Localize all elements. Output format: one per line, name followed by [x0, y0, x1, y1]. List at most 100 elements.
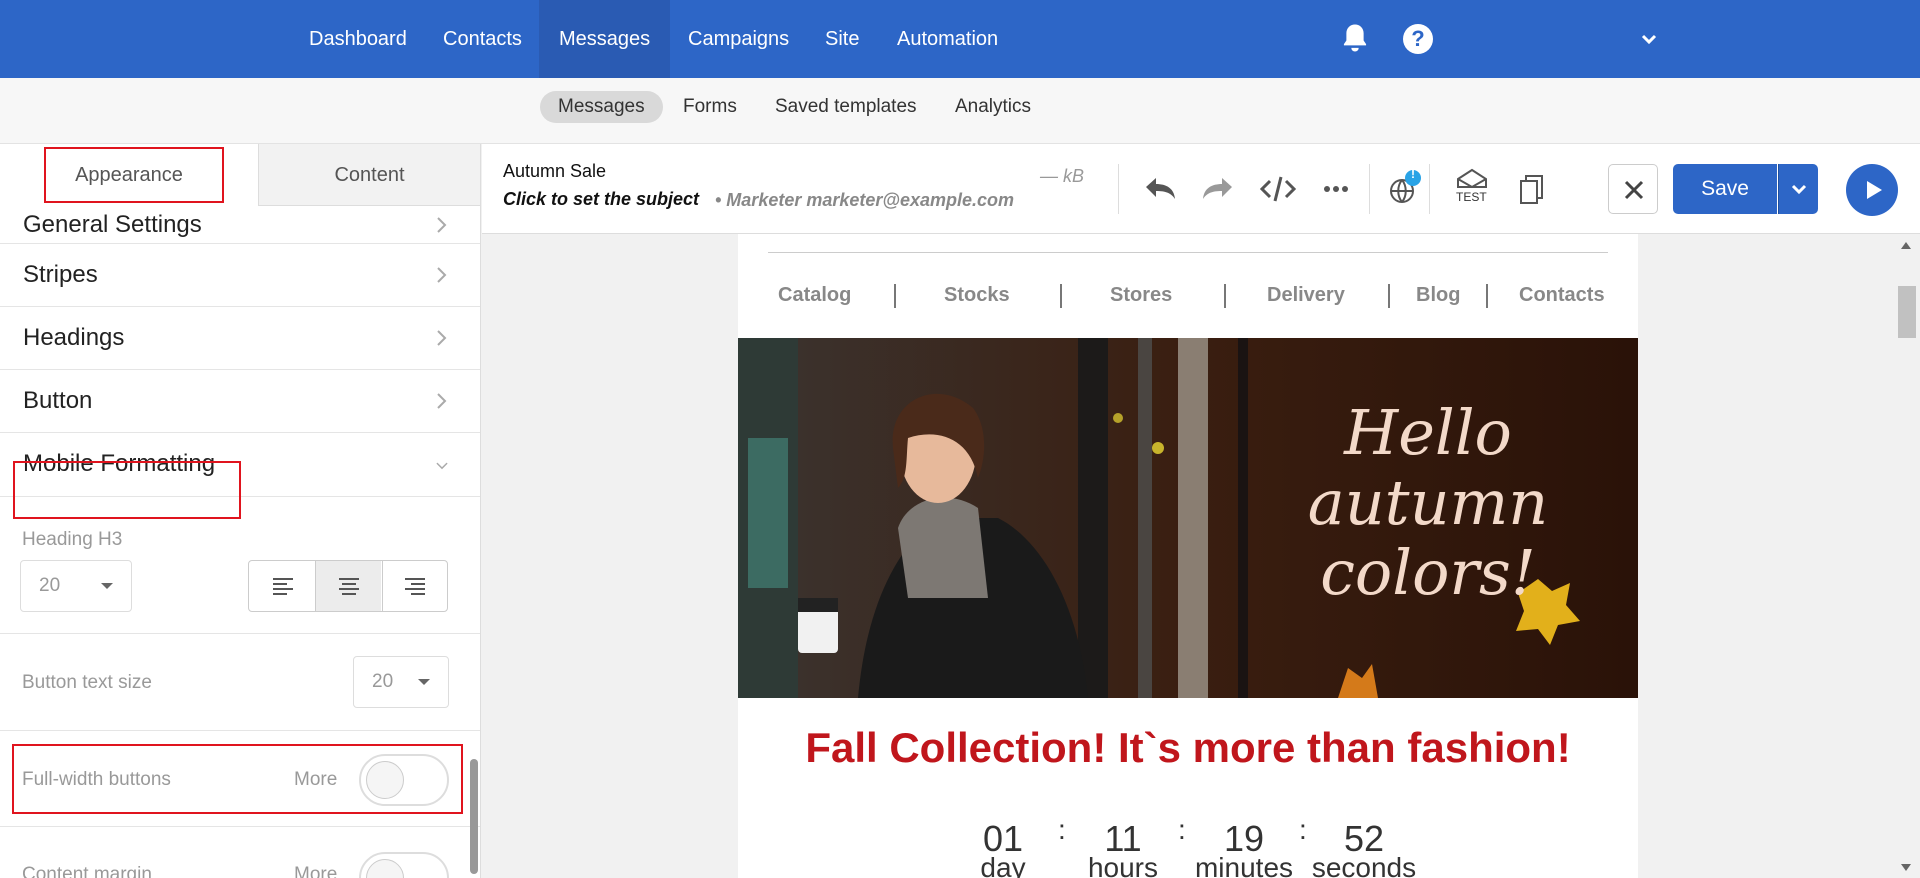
align-left-button[interactable] [249, 561, 315, 611]
nav-dashboard[interactable]: Dashboard [289, 0, 427, 78]
heading-h3-size-value: 20 [39, 575, 61, 596]
subnav-saved-templates[interactable]: Saved templates [757, 91, 935, 123]
menu-separator [894, 284, 896, 308]
sender-info[interactable]: • Marketer marketer@example.com [715, 190, 1014, 211]
hero-image[interactable]: Hello autumn colors! [738, 338, 1638, 698]
code-icon[interactable] [1258, 169, 1298, 209]
settings-panel: Appearance Content General Settings Stri… [0, 144, 481, 878]
countdown-colon: : [1178, 814, 1186, 845]
email-menu-blog[interactable]: Blog [1416, 284, 1460, 307]
highlight-mobile-formatting [13, 461, 241, 519]
nav-contacts[interactable]: Contacts [423, 0, 542, 78]
nav-site[interactable]: Site [805, 0, 879, 78]
chevron-right-icon [437, 330, 447, 346]
align-left-icon [273, 578, 293, 595]
chevron-right-icon [437, 393, 447, 409]
nav-messages[interactable]: Messages [539, 0, 671, 78]
countdown-colon: : [1299, 814, 1307, 845]
divider [0, 633, 480, 634]
top-navigation: Dashboard Contacts Messages Campaigns Si… [0, 0, 1920, 78]
globe-icon[interactable] [1384, 169, 1424, 209]
canvas-scrollbar-thumb[interactable] [1898, 286, 1916, 338]
button-text-size-label: Button text size [22, 672, 152, 693]
save-options-button[interactable] [1778, 164, 1818, 214]
countdown-label-seconds: seconds [1311, 852, 1417, 878]
panel-scrollbar[interactable] [470, 759, 478, 874]
scroll-down-icon[interactable] [1901, 864, 1911, 871]
toolbar-divider [1369, 164, 1370, 214]
copy-icon[interactable] [1512, 169, 1552, 209]
section-general-settings[interactable]: General Settings [0, 206, 480, 244]
caret-down-icon [418, 679, 430, 685]
hero-text: Hello autumn colors! [1278, 398, 1578, 608]
close-button[interactable] [1608, 164, 1658, 214]
test-label: TEST [1456, 190, 1487, 204]
section-headings[interactable]: Headings [0, 307, 480, 370]
message-size: — kB [1040, 166, 1085, 186]
section-button[interactable]: Button [0, 370, 480, 433]
scroll-up-icon[interactable] [1901, 242, 1911, 249]
headline[interactable]: Fall Collection! It`s more than fashion! [738, 724, 1638, 772]
bell-icon[interactable] [1340, 22, 1370, 54]
countdown-label-day: day [980, 852, 1026, 878]
align-right-icon [405, 578, 425, 595]
highlight-appearance [44, 147, 224, 203]
align-right-button[interactable] [382, 561, 448, 611]
align-center-icon [339, 578, 359, 595]
email-menu-stores[interactable]: Stores [1110, 284, 1172, 307]
nav-automation[interactable]: Automation [877, 0, 1018, 78]
hero-line: colors! [1320, 536, 1536, 609]
subnav-forms[interactable]: Forms [665, 91, 755, 123]
sub-navigation: Messages Forms Saved templates Analytics [0, 78, 1920, 144]
tab-content[interactable]: Content [258, 144, 480, 206]
menu-separator [1060, 284, 1062, 308]
subnav-messages[interactable]: Messages [540, 91, 663, 123]
email-canvas: Catalog Stocks Stores Delivery Blog Cont… [482, 234, 1920, 878]
caret-down-icon [101, 583, 113, 589]
button-text-size-select[interactable]: 20 [353, 656, 449, 708]
email-menu-stocks[interactable]: Stocks [944, 284, 1010, 307]
section-label: Headings [23, 324, 125, 351]
chevron-down-icon [1791, 184, 1807, 195]
email-menu-catalog[interactable]: Catalog [778, 284, 851, 307]
help-icon[interactable]: ? [1403, 24, 1433, 54]
email-menu-contacts[interactable]: Contacts [1519, 284, 1605, 307]
chevron-right-icon [437, 217, 447, 233]
content-margin-more-link[interactable]: More [294, 864, 337, 878]
countdown-label-hours: hours [1087, 852, 1159, 878]
play-icon [1867, 181, 1882, 199]
content-margin-label: Content margin [22, 864, 152, 878]
section-label: Stripes [23, 261, 98, 288]
divider [0, 730, 480, 731]
message-title[interactable]: Autumn Sale [503, 161, 606, 182]
email-preview[interactable]: Catalog Stocks Stores Delivery Blog Cont… [738, 234, 1638, 878]
align-center-button[interactable] [315, 561, 381, 611]
nav-campaigns[interactable]: Campaigns [668, 0, 809, 78]
hero-line: Hello [1344, 396, 1512, 469]
save-button[interactable]: Save [1673, 164, 1777, 214]
subnav-analytics[interactable]: Analytics [937, 91, 1049, 123]
toolbar-divider [1118, 164, 1119, 214]
menu-separator [1388, 284, 1390, 308]
toolbar-divider [1429, 164, 1430, 214]
hero-line: autumn [1307, 466, 1549, 539]
countdown-colon: : [1058, 814, 1066, 845]
subject-field[interactable]: Click to set the subject [503, 189, 699, 210]
more-icon[interactable] [1316, 169, 1356, 209]
redo-icon[interactable] [1198, 169, 1238, 209]
undo-icon[interactable] [1140, 169, 1180, 209]
content-margin-toggle[interactable] [359, 852, 449, 878]
divider [0, 826, 480, 827]
editor-header: Autumn Sale Click to set the subject • M… [482, 144, 1920, 234]
section-label: General Settings [23, 211, 202, 238]
chevron-down-icon [436, 462, 448, 470]
menu-separator [1486, 284, 1488, 308]
countdown-label-minutes: minutes [1194, 852, 1294, 878]
chevron-down-icon[interactable] [1638, 28, 1660, 50]
section-stripes[interactable]: Stripes [0, 244, 480, 307]
alignment-buttons [248, 560, 448, 612]
email-menu-delivery[interactable]: Delivery [1267, 284, 1345, 307]
heading-h3-size-select[interactable]: 20 [20, 560, 132, 612]
preview-button[interactable] [1846, 164, 1898, 216]
globe-badge: ! [1411, 167, 1415, 181]
